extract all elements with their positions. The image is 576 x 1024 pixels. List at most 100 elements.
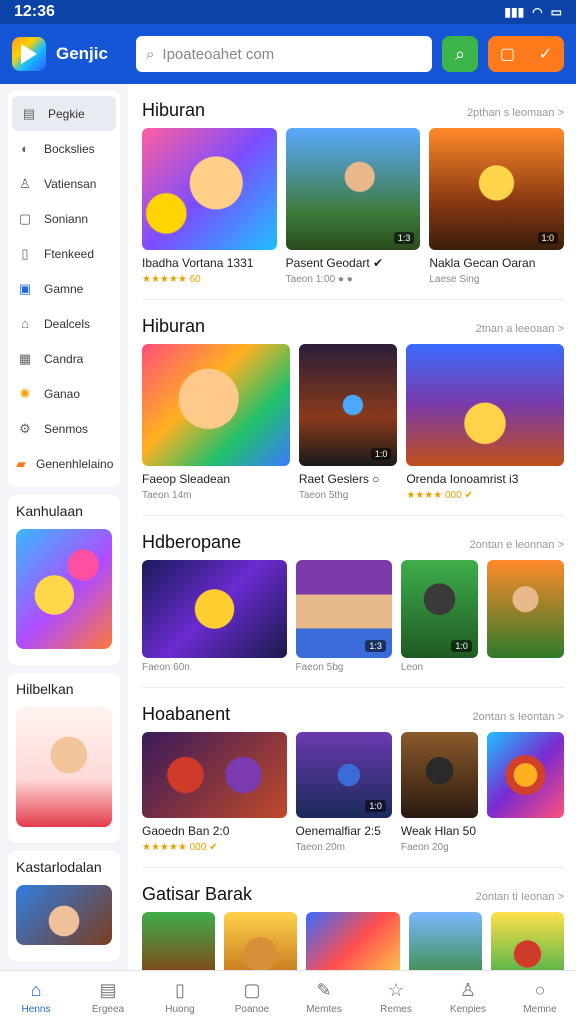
game-tile[interactable]: 1:0 Oenemalfiar 2:5 Taeon 20m [295, 732, 392, 853]
game-title: Pasent Geodart ✔ [285, 256, 384, 270]
search-button[interactable]: ⌕ [442, 36, 478, 72]
game-thumbnail [305, 912, 401, 970]
sidebar-item[interactable]: ▯ Ftenkeed [8, 236, 120, 271]
library-button[interactable]: ▢ ✓ [488, 36, 564, 72]
nav-item[interactable]: ▤ Ergeea [72, 971, 144, 1024]
game-tile[interactable] [486, 732, 565, 853]
game-title: Ibadha Vortana 1331 [142, 256, 254, 270]
sidebar-item[interactable]: ▢ Soniann [8, 201, 120, 236]
sidebar-item[interactable]: ▦ Candra [8, 341, 120, 376]
game-tile[interactable] [491, 912, 564, 970]
sidebar-item-label: Genenhlelaino [36, 456, 114, 471]
sidebar-item[interactable]: ♙ Vatiensan [8, 166, 120, 201]
game-rating: ★★★★★ 60 [142, 274, 201, 285]
section: Hdberopane 2ontan e leonnan > Faeon 60n … [142, 526, 565, 688]
nav-item[interactable]: ▯ Huong [144, 971, 216, 1024]
sidebar-promo-card[interactable]: Kanhulaan [8, 495, 120, 665]
star-icon: ☆ [387, 980, 405, 1000]
game-tile[interactable]: Weak Hlan 50 Faeon 20g [400, 732, 478, 853]
section-title: Hoabanent [142, 704, 231, 724]
game-icon: ▣ [18, 280, 32, 296]
section-title: Hiburan [142, 316, 206, 336]
game-rating: ★★★★★ 000 ✔ [142, 842, 218, 853]
gear-icon: ⚙ [19, 420, 31, 436]
sidebar-item[interactable]: ▰ Genenhlelaino [8, 446, 120, 481]
app-name: Genjic [56, 44, 108, 63]
game-tile[interactable]: Faeon 60n [142, 560, 287, 673]
menu-icon: ▤ [22, 105, 36, 121]
section-title: Hdberopane [142, 532, 242, 552]
sidebar-item-label: Pegkie [48, 106, 85, 121]
game-tile[interactable]: Ibadha Vortana 1331 ★★★★★ 60 [142, 128, 277, 285]
promo-title: Hilbelkan [16, 681, 74, 697]
check-icon: ✓ [538, 46, 553, 63]
nav-item[interactable]: ○ Memne [504, 971, 576, 1024]
game-thumbnail [486, 560, 565, 658]
user-icon: ♙ [459, 980, 477, 1000]
sidebar-promo-card[interactable]: Kastarlodalan [8, 851, 120, 961]
sidebar-item[interactable]: ✺ Ganao [8, 376, 120, 411]
edit-icon: ✎ [316, 980, 332, 1000]
game-tile[interactable]: 1:0 Leon [400, 560, 478, 673]
game-thumbnail [486, 732, 565, 818]
app-logo-icon[interactable] [12, 37, 46, 71]
search-input[interactable]: ⌕ Ipoateoahet com [136, 36, 432, 72]
game-tile[interactable] [409, 912, 483, 970]
game-thumbnail [142, 128, 277, 250]
game-title: Oenemalfiar 2:5 [295, 824, 381, 838]
game-title: Orenda Ionoamrist i3 [406, 472, 519, 486]
section-title: Gatisar Barak [142, 884, 253, 904]
game-tile[interactable]: Orenda Ionoamrist i3 ★★★★ 000 ✔ [406, 344, 564, 501]
game-meta: Taeon 14m [142, 490, 192, 501]
nav-item[interactable]: ✎ Memtes [288, 971, 360, 1024]
game-tile[interactable] [486, 560, 565, 673]
game-thumbnail [142, 560, 287, 658]
see-more-link[interactable]: 2ontan ti Ieonan > [476, 891, 564, 903]
sidebar-item[interactable]: ⚙ Senmos [8, 411, 120, 446]
see-more-link[interactable]: 2pthan s leomaan > [467, 107, 564, 119]
home-icon: ⌂ [21, 316, 29, 331]
game-meta: Faeon 20g [400, 842, 449, 853]
game-meta: Taeon 5thg [298, 490, 349, 501]
book-icon: ▢ [499, 46, 515, 63]
wifi-icon: ◠ [532, 5, 543, 19]
section-title: Hiburan [142, 100, 206, 120]
sidebar-item[interactable]: ▣ Gamne [8, 271, 120, 306]
game-tile[interactable]: Gaoedn Ban 2:0 ★★★★★ 000 ✔ [142, 732, 287, 853]
bottom-nav: ⌂ Henns ▤ Ergeea ▯ Huong ▢ Poanoe ✎ Memtes ☆ R… [0, 970, 576, 1024]
game-tile[interactable]: 1:3 Faeon 5bg [295, 560, 392, 673]
game-tile[interactable]: 1:3 Pasent Geodart ✔ Taeon 1:00 ● ● [285, 128, 421, 285]
game-title: Raet Geslers ○ [298, 472, 380, 486]
sidebar-item[interactable]: ▤ Pegkie [12, 96, 116, 131]
game-meta: Faeon 60n [142, 662, 190, 673]
user-icon: ♙ [19, 175, 31, 191]
see-more-link[interactable]: 2ontan s Ieontan > [473, 711, 564, 723]
game-thumbnail [142, 912, 215, 970]
game-title: Faeop Sleadean [142, 472, 231, 486]
sidebar-item[interactable]: ⌂ Dealcels [8, 306, 120, 341]
nav-item[interactable]: ▢ Poanoe [216, 971, 288, 1024]
sidebar-item[interactable]: ◐ Bockslies [8, 131, 120, 166]
nav-item[interactable]: ♙ Kenpies [432, 971, 504, 1024]
see-more-link[interactable]: 2ontan e leonnan > [469, 539, 564, 551]
nav-item[interactable]: ☆ Remes [360, 971, 432, 1024]
sidebar-menu: ▤ Pegkie ◐ Bockslies ♙ Vatiensan ▢ Soniann ▯… [8, 90, 120, 487]
section: Hiburan 2pthan s leomaan > Ibadha Vortan… [142, 94, 565, 300]
game-tile[interactable] [142, 912, 215, 970]
game-tile[interactable]: 1:0 Nakla Gecan Oaran Laese Sing [429, 128, 565, 285]
game-tile[interactable] [223, 912, 297, 970]
nav-label: Poanoe [234, 1004, 270, 1015]
nav-home[interactable]: ⌂ Henns [0, 971, 72, 1024]
box-icon: ▢ [243, 980, 261, 1000]
section: Gatisar Barak 2ontan ti Ieonan > [142, 878, 564, 970]
game-tile[interactable]: 1:0 Raet Geslers ○ Taeon 5thg [298, 344, 398, 501]
promo-title: Kanhulaan [16, 503, 83, 519]
game-tile[interactable] [305, 912, 401, 970]
game-tile[interactable]: Faeop Sleadean Taeon 14m [142, 344, 290, 501]
game-rating: ★★★★ 000 ✔ [406, 490, 473, 501]
search-icon: ⌕ [146, 45, 155, 63]
sidebar-promo-card[interactable]: Hilbelkan [8, 673, 120, 843]
game-meta: Taeon 1:00 ● ● [285, 274, 353, 285]
door-icon: ▯ [21, 245, 29, 261]
see-more-link[interactable]: 2tnan a leeoaan > [476, 323, 564, 335]
